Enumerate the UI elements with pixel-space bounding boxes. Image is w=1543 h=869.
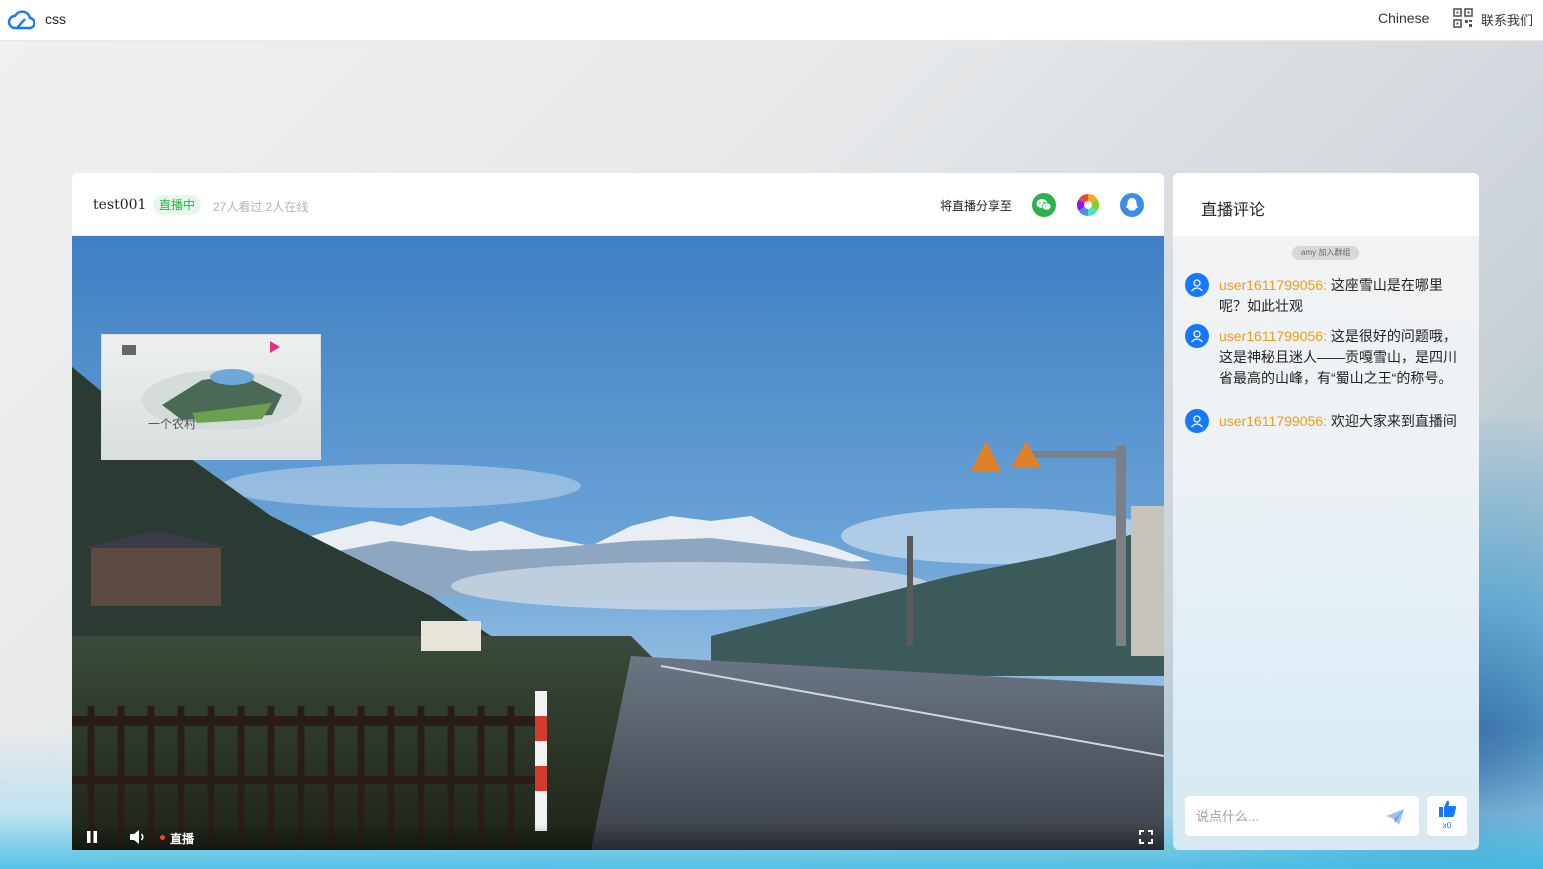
video-scene (72, 236, 1164, 850)
live-status-badge: 直播中 (153, 195, 202, 215)
avatar (1185, 409, 1209, 433)
comment-username[interactable]: user1611799056: (1219, 328, 1327, 344)
qr-code-icon[interactable] (1453, 8, 1473, 28)
comment-input-box (1185, 796, 1419, 836)
thumbs-up-icon (1439, 800, 1457, 817)
player-header: test001 直播中 27人看过 2人在线 将直播分享至 (72, 173, 1164, 236)
user-icon (1191, 330, 1203, 343)
share-qq-button[interactable] (1120, 193, 1144, 217)
wechat-icon (1036, 199, 1052, 211)
comments-title: 直播评论 (1201, 202, 1266, 219)
contact-us-link[interactable]: 联系我们 (1481, 10, 1533, 29)
join-notice: amy 加入群组 (1292, 246, 1360, 260)
comments-panel: 直播评论 amy 加入群组 user1611799056: 这座雪山是在哪里呢？… (1173, 173, 1479, 850)
comment-body: user1611799056: 欢迎大家来到直播间 (1219, 411, 1463, 432)
live-indicator-dot (160, 835, 165, 840)
user-icon (1191, 415, 1203, 428)
brand-name[interactable]: css (45, 11, 66, 27)
comment-username[interactable]: user1611799056: (1219, 413, 1327, 429)
qq-icon (1126, 198, 1138, 211)
comment-body: user1611799056: 这座雪山是在哪里呢？如此壮观 (1219, 275, 1463, 317)
like-count: x0 (1442, 821, 1452, 830)
viewer-stats: 27人看过 2人在线 (213, 200, 309, 214)
pip-scene (122, 345, 302, 430)
comment-username[interactable]: user1611799056: (1219, 277, 1327, 293)
share-wechat-button[interactable] (1032, 193, 1056, 217)
share-label: 将直播分享至 (940, 199, 1013, 213)
live-video[interactable]: 一个农村 直播 (72, 236, 1164, 850)
like-button[interactable]: x0 (1427, 796, 1467, 836)
moments-icon (1077, 194, 1099, 216)
avatar (1185, 273, 1209, 297)
room-name: test001 (93, 197, 147, 213)
comment-input[interactable] (1185, 796, 1375, 836)
comment-text: 欢迎大家来到直播间 (1326, 413, 1457, 429)
fullscreen-icon[interactable] (1139, 830, 1153, 844)
share-moments-button[interactable] (1076, 193, 1100, 217)
comments-header: 直播评论 (1173, 173, 1479, 236)
avatar (1185, 324, 1209, 348)
player-controls: 直播 (72, 824, 1164, 850)
pip-logo-icon (270, 341, 280, 353)
picture-in-picture-overlay[interactable]: 一个农村 (101, 334, 321, 460)
volume-icon[interactable] (129, 829, 146, 845)
top-nav: css Chinese 联系我们 (0, 0, 1543, 41)
pip-caption: 一个农村 (148, 417, 197, 431)
user-icon (1191, 279, 1203, 292)
send-icon[interactable] (1385, 808, 1405, 826)
pause-icon[interactable] (85, 830, 99, 844)
comment-body: user1611799056: 这是很好的问题哦，这是神秘且迷人——贡嘎雪山，是… (1219, 326, 1463, 389)
cloud-logo-icon[interactable] (7, 6, 35, 34)
live-label: 直播 (170, 832, 195, 846)
live-player-card: test001 直播中 27人看过 2人在线 将直播分享至 一个农村 直播 (72, 173, 1164, 850)
language-switch[interactable]: Chinese (1378, 10, 1429, 26)
